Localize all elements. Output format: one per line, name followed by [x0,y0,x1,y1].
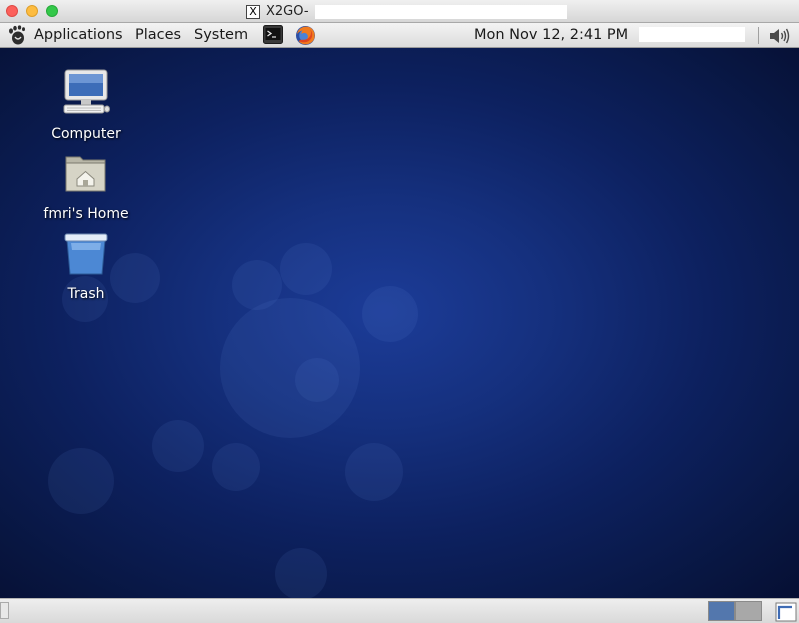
wallpaper-bokeh [212,443,260,491]
wallpaper-bokeh [280,243,332,295]
desktop-background[interactable]: Computer fmri's Home Trash [0,48,799,598]
home-folder-icon [65,156,106,192]
menu-places[interactable]: Places [135,25,181,45]
wallpaper-bokeh [345,443,403,501]
bottom-panel [0,598,799,623]
desktop-icon-label: Computer [51,126,121,142]
show-desktop-button[interactable] [0,602,9,619]
panel-separator [758,27,759,44]
window-title-text: X2GO- [266,4,309,19]
x-window-icon: X [246,4,260,19]
wallpaper-bokeh [275,548,327,598]
firefox-icon[interactable] [295,25,316,46]
panel-clock[interactable]: Mon Nov 12, 2:41 PM [474,25,628,45]
window-titlebar[interactable]: X X2GO- [0,0,799,23]
desktop-icon-label: fmri's Home [43,206,129,222]
window-title: X X2GO- [246,3,567,20]
wallpaper-bokeh [220,298,360,438]
desktop-icon-home[interactable]: fmri's Home [36,148,136,222]
workspace-switcher-1[interactable] [708,601,735,621]
wallpaper-bokeh [152,420,204,472]
wallpaper-bokeh [295,358,339,402]
window-minimize-button[interactable] [26,5,38,17]
wallpaper-bokeh [48,448,114,514]
menu-system[interactable]: System [194,25,248,45]
top-panel: Applications Places System Mon Nov 12, 2… [0,23,799,48]
volume-icon[interactable] [767,26,791,46]
terminal-icon[interactable] [263,25,283,44]
menu-applications[interactable]: Applications [34,25,123,45]
window-zoom-button[interactable] [46,5,58,17]
computer-icon [63,69,110,114]
workspace-switcher-2[interactable] [735,601,762,621]
desktop-icon-label: Trash [67,286,105,302]
window-close-button[interactable] [6,5,18,17]
trash-icon [64,233,108,275]
desktop-icon-trash[interactable]: Trash [36,228,136,302]
wallpaper-bokeh [362,286,418,342]
redacted-user-field [639,27,745,42]
gnome-foot-icon[interactable] [6,24,28,46]
wallpaper-bokeh [232,260,282,310]
window-resize-icon[interactable] [775,602,797,622]
desktop-icon-computer[interactable]: Computer [36,68,136,142]
redacted-title [314,4,567,19]
